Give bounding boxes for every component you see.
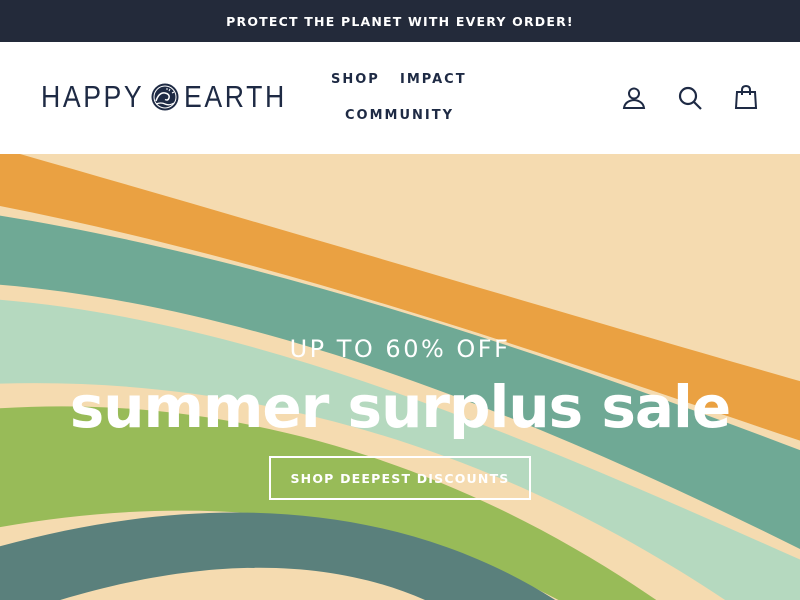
nav-community[interactable]: COMMUNITY [345, 108, 454, 123]
site-header: HAPPY EARTH SHOP IMPACT COMMUNITY [0, 42, 800, 154]
account-icon[interactable] [620, 84, 648, 112]
logo-word-earth: EARTH [184, 79, 287, 114]
cart-icon[interactable] [732, 83, 760, 111]
nav-impact[interactable]: IMPACT [400, 72, 467, 87]
hero-banner: UP TO 60% OFF summer surplus sale SHOP D… [0, 154, 800, 600]
announcement-bar: PROTECT THE PLANET WITH EVERY ORDER! [0, 0, 800, 42]
hero-eyebrow: UP TO 60% OFF [289, 335, 511, 363]
shop-deepest-discounts-button[interactable]: SHOP DEEPEST DISCOUNTS [269, 456, 531, 500]
search-icon[interactable] [676, 84, 704, 112]
logo-link[interactable]: HAPPY EARTH [41, 79, 304, 114]
hero-title: summer surplus sale [69, 373, 732, 441]
nav-shop[interactable]: SHOP [331, 72, 380, 87]
wave-emblem-icon [151, 83, 179, 111]
announcement-text: PROTECT THE PLANET WITH EVERY ORDER! [226, 13, 574, 29]
logo-word-happy: HAPPY [41, 79, 145, 114]
